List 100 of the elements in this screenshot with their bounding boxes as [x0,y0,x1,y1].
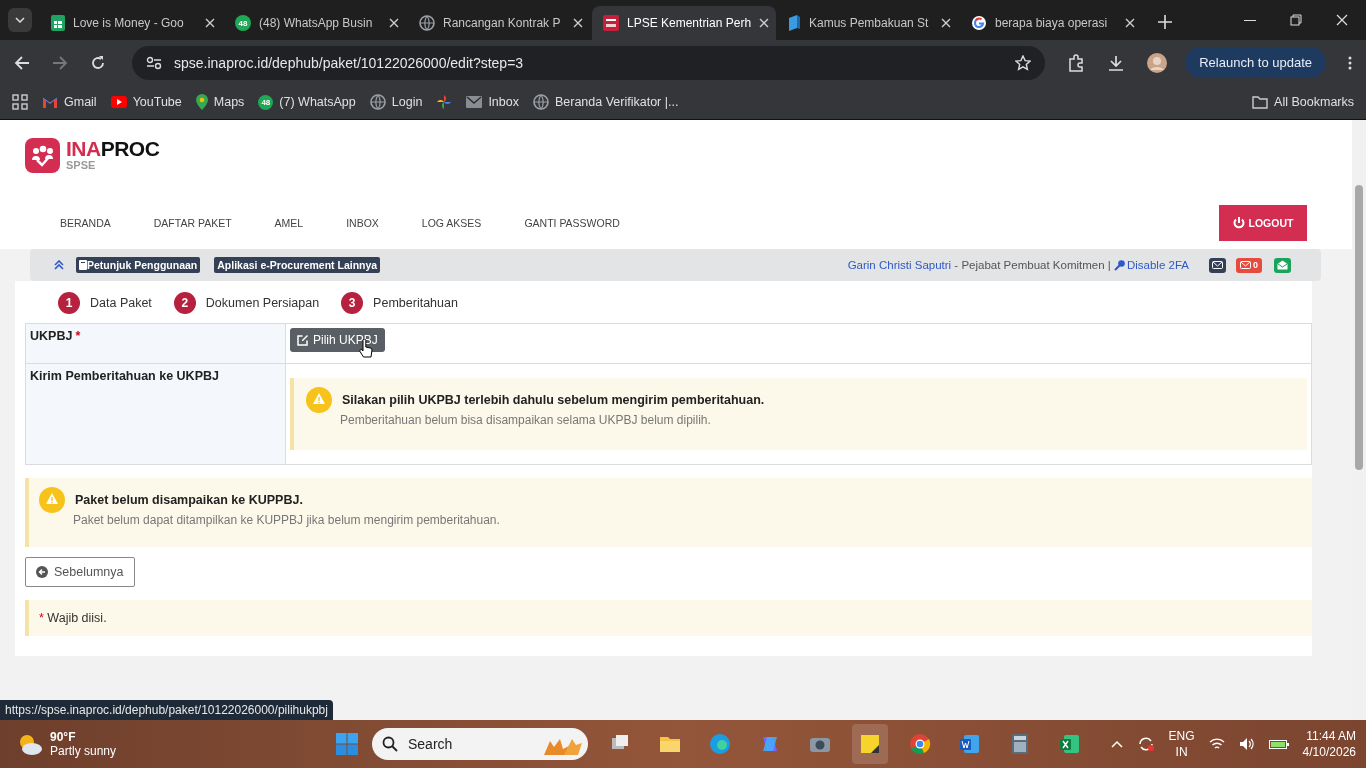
close-icon[interactable] [759,18,770,28]
field-label: UKPBJ [30,329,73,343]
logout-button[interactable]: LOGOUT [1219,205,1307,241]
reload-icon[interactable] [90,54,106,71]
word-icon[interactable] [959,733,981,755]
language-indicator[interactable]: ENG IN [1168,728,1195,760]
plus-icon[interactable] [1158,15,1172,29]
chat-badge: 48 [258,94,274,110]
back-icon[interactable] [14,54,30,71]
bookmark-item[interactable]: Inbox [466,95,519,109]
chat-badge: 48 [235,15,251,31]
calculator-icon[interactable] [1009,733,1031,755]
power-icon [1232,217,1245,229]
step-number: 1 [58,292,80,314]
map-pin-icon [195,94,208,110]
excel-icon[interactable] [1059,733,1081,755]
alert-title: Paket belum disampaikan ke KUPPBJ. [75,493,304,507]
nav-link[interactable]: BERANDA [60,217,111,229]
bookmark-item[interactable]: 48 (7) WhatsApp [258,94,356,110]
battery-icon[interactable] [1268,738,1289,750]
browser-tab[interactable]: Rancangan Kontrak P [408,6,592,40]
restore-icon[interactable] [1290,14,1302,26]
tab-search-button[interactable] [8,8,32,32]
forward-icon[interactable] [52,54,68,71]
globe-icon [369,94,386,110]
nav-link[interactable]: LOG AKSES [421,217,482,229]
bookmark-item[interactable]: Beranda Verifikator |... [532,94,679,110]
spreadsheet-icon [51,15,65,31]
nav-link[interactable]: INBOX [346,217,379,229]
step-label: Pemberitahuan [373,296,458,310]
help-link[interactable]: Petunjuk Penggunaan [76,257,201,273]
brand-name: INAPROC [66,138,160,160]
select-button[interactable]: Pilih UKPBJ [290,328,385,352]
user-role: - Pejabat Pembuat Komitmen | [953,259,1112,271]
bookmark-item[interactable] [436,94,453,110]
user-name-link[interactable]: Garin Christi Saputri [847,259,952,271]
google-icon [971,15,987,31]
star-icon[interactable] [1015,54,1032,71]
sticky-note-icon[interactable] [859,733,881,755]
collapse-icon[interactable] [54,260,64,270]
close-icon[interactable] [1125,18,1135,28]
alert-title: Silakan pilih UKPBJ terlebih dahulu sebelum mengirim pemberitahuan. [342,393,765,407]
step-number: 2 [173,292,196,314]
required-note: * Wajib diisi. [25,600,1312,636]
browser-tab[interactable]: LPSE Kementrian Perh [592,6,776,40]
mail-button[interactable] [1209,257,1226,273]
brand-subtitle: SPSE [66,160,97,171]
chevron-down-icon [15,17,25,23]
volume-icon[interactable] [1238,737,1255,751]
address-bar[interactable]: spse.inaproc.id/dephub/paket/10122026000/edit?step=3 [132,45,1046,80]
relaunch-button[interactable]: Relaunch to update [1185,47,1326,78]
wifi-icon[interactable] [1208,737,1225,751]
browser-tab[interactable]: berapa biaya operasi [960,6,1144,40]
all-bookmarks-button[interactable]: All Bookmarks [1252,95,1354,109]
bookmark-item[interactable]: Gmail [42,95,97,109]
warning-icon [39,487,65,513]
search-icon [382,736,398,752]
unread-mail-button[interactable]: 0 [1236,257,1262,273]
start-icon[interactable] [336,733,358,755]
nav-link[interactable]: DAFTAR PAKET [153,217,232,229]
open-envelope-icon [1277,260,1288,270]
sync-icon[interactable] [1136,735,1155,753]
close-icon[interactable] [205,18,215,28]
help-link[interactable]: Aplikasi e-Procurement Lainnya [214,257,381,273]
warning-icon [306,387,332,413]
chrome-icon[interactable] [909,733,931,755]
bookmark-item[interactable]: Login [369,94,423,110]
edge-browser-icon[interactable] [709,733,731,755]
apps-grid-icon[interactable] [12,94,28,110]
browser-tab[interactable]: Kamus Pembakuan St [776,6,960,40]
open-mail-button[interactable] [1274,257,1291,273]
nav-link[interactable]: AMEL [274,217,304,229]
search-field[interactable]: Search [372,728,588,760]
link-preview: https://spse.inaproc.id/dephub/paket/10122026000/pilihukpbj [0,700,333,720]
clock[interactable]: 11:44 AM 4/10/2026 [1302,728,1356,760]
bookmark-item[interactable]: YouTube [110,95,182,109]
more-icon[interactable] [1348,55,1352,70]
weather-widget[interactable]: 90°F Partly sunny [16,730,336,758]
close-icon[interactable] [1336,14,1348,26]
chevron-up-icon[interactable] [1110,740,1123,748]
globe-icon [419,15,435,31]
book-icon [787,15,801,31]
browser-tab[interactable]: 48 (48) WhatsApp Busin [224,6,408,40]
site-settings-icon [146,55,162,70]
field-label: Kirim Pemberitahuan ke UKPBJ [30,369,219,383]
bookmark-item[interactable]: Maps [195,94,245,110]
key-icon [1113,259,1125,271]
close-icon[interactable] [573,18,583,28]
avatar-icon[interactable] [1147,52,1168,73]
extensions-icon[interactable] [1067,53,1086,72]
previous-button[interactable]: Sebelumnya [25,557,135,587]
close-icon[interactable] [941,18,951,28]
close-icon[interactable] [389,18,399,28]
step-label: Dokumen Persiapan [205,296,320,310]
book-icon [79,260,87,270]
disable-2fa-link[interactable]: Disable 2FA [1113,259,1189,271]
browser-tab[interactable]: Love is Money - Goo [40,6,224,40]
nav-link[interactable]: GANTI PASSWORD [524,217,620,229]
step-label: Data Paket [90,296,152,310]
download-icon[interactable] [1107,53,1126,72]
